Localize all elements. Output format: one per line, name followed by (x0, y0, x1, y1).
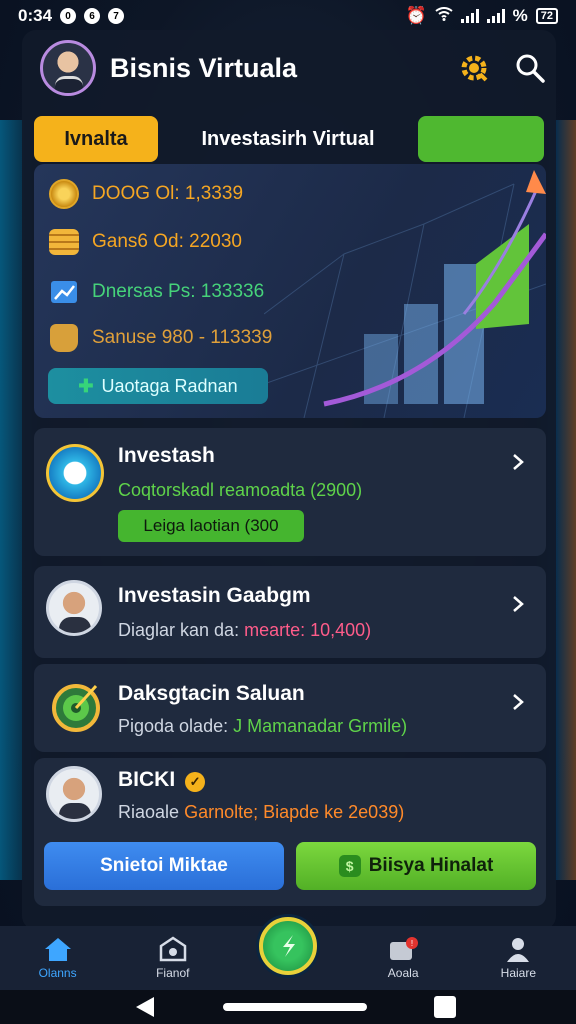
plus-icon: ✚ (78, 375, 94, 396)
list-item-investash[interactable]: Investash Coqtorskadl reamoadta (2900) L… (34, 428, 546, 556)
nav-item-home[interactable]: Olanns (13, 936, 103, 980)
signal-icon (460, 9, 479, 23)
clock: 0:34 (18, 6, 53, 25)
nav-item-exchange[interactable] (243, 917, 333, 975)
item-title: BICKI ✓ (118, 768, 206, 792)
update-button-label: Uaotaga Radnan (101, 375, 238, 396)
tab-investasi-virtual[interactable]: Investasirh Virtual (158, 116, 418, 162)
notification-dot-icon: 0 (60, 8, 77, 24)
home-pill[interactable] (223, 1003, 367, 1011)
alarm-icon: ⏰ (405, 6, 427, 25)
percent-icon: % (512, 6, 528, 25)
item-title-text: BICKI (118, 768, 176, 791)
nav-item-profile[interactable]: Haiare (473, 936, 563, 980)
exchange-icon (258, 917, 317, 975)
item-subtitle-highlight: mearte: 10,400) (244, 620, 372, 640)
tab-ivnalta[interactable]: Ivnalta (34, 116, 158, 162)
item-subtitle-prefix: Pigoda olade: (118, 716, 229, 736)
portfolio-card: DOOG Ol: 1,3339 Gans6 Od: 22030 Dnersas … (34, 164, 546, 418)
avatar (46, 580, 102, 636)
money-bag-icon (48, 322, 80, 354)
home-icon (44, 938, 71, 961)
stat-label: Dnersas Ps: 133336 (92, 281, 265, 302)
primary-action-button[interactable]: Snietoi Miktae (44, 842, 284, 890)
verified-badge-icon: ✓ (185, 772, 206, 792)
item-subtitle: Coqtorskadl reamoadta (2900) (118, 480, 363, 500)
search-button[interactable] (510, 48, 550, 88)
item-subtitle: Pigoda olade: J Mamanadar Grmile) (118, 716, 407, 737)
signal-icon (486, 9, 505, 23)
stat-row: Dnersas Ps: 133336 (48, 276, 264, 308)
growth-chart-icon (48, 276, 80, 308)
chevron-right-icon (508, 590, 528, 618)
nav-item-alerts[interactable]: ! Aoala (358, 936, 448, 980)
battery-icon: 72 (535, 8, 558, 24)
page-title: Bisnis Virtuala (110, 52, 298, 83)
nav-label: Aoala (387, 966, 419, 980)
stat-row: DOOG Ol: 1,3339 (48, 178, 243, 210)
search-icon (516, 54, 545, 83)
stat-label: Gans6 Od: 22030 (92, 231, 242, 252)
stat-label: DOOG Ol: 1,3339 (92, 183, 244, 204)
notification-dot-icon: 6 (84, 8, 101, 24)
settings-button[interactable] (454, 48, 494, 88)
bottom-nav: Olanns Fianof ! Aoala Haiare (0, 917, 576, 990)
avatar (46, 766, 102, 822)
stat-row: Gans6 Od: 22030 (48, 226, 242, 258)
back-icon[interactable] (134, 995, 156, 1019)
notification-icon: ! (390, 937, 419, 960)
stat-row: Sanuse 980 - 113339 (48, 322, 272, 354)
svg-text:!: ! (411, 939, 413, 948)
item-subtitle-prefix: Diaglar kan da: (118, 620, 240, 640)
nav-item-bank[interactable]: Fianof (128, 936, 218, 980)
notification-dot-icon: 7 (108, 8, 125, 24)
item-title: Daksgtacin Saluan (118, 682, 305, 705)
nav-label: Fianof (156, 966, 190, 980)
target-icon (48, 678, 104, 734)
profile-icon (507, 938, 530, 962)
list-item-daksgtacin-saluan[interactable]: Daksgtacin Saluan Pigoda olade: J Mamana… (34, 664, 546, 752)
item-pill[interactable]: Leiga laotian (300 (118, 510, 304, 542)
item-subtitle-highlight: J Mamanadar Grmile) (233, 716, 408, 736)
item-subtitle: Riaoale Garnolte; Biapde ke 2e039) (118, 802, 404, 823)
update-button[interactable]: ✚ Uaotaga Radnan (48, 368, 268, 404)
avatar[interactable] (40, 40, 96, 96)
money-icon: $ (338, 855, 361, 877)
stat-label: Sanuse 980 - 113339 (92, 327, 273, 348)
recents-icon[interactable] (434, 996, 456, 1018)
coin-icon (48, 178, 80, 210)
item-title: Investasin Gaabgm (118, 584, 311, 607)
secondary-action-button[interactable]: $ Biisya Hinalat (296, 842, 536, 890)
item-subtitle-prefix: Riaoale (118, 802, 180, 822)
nav-label: Olanns (38, 966, 77, 980)
chevron-right-icon (508, 448, 528, 476)
tab-bar: Ivnalta Investasirh Virtual (34, 116, 546, 162)
tab-green[interactable] (418, 116, 544, 162)
item-subtitle-highlight: Garnolte; Biapde ke 2e039) (184, 802, 405, 822)
nav-label: Haiare (500, 966, 537, 980)
compass-icon (46, 444, 104, 502)
header: Bisnis Virtuala (40, 38, 550, 98)
item-subtitle: Diaglar kan da: mearte: 10,400) (118, 620, 371, 641)
secondary-action-label: Biisya Hinalat (368, 855, 494, 876)
item-title: Investash (118, 444, 215, 467)
list-item-investasin-gaabgm[interactable]: Investasin Gaabgm Diaglar kan da: mearte… (34, 566, 546, 658)
gear-icon (461, 55, 488, 82)
coin-stack-icon (48, 226, 80, 258)
growth-chart-illustration (264, 170, 546, 418)
bank-icon (159, 936, 187, 962)
system-nav-bar (0, 990, 576, 1024)
status-bar: 0:34 0 6 7 ⏰ % 72 (0, 0, 576, 32)
wifi-icon (435, 6, 453, 26)
chevron-right-icon (508, 688, 528, 716)
